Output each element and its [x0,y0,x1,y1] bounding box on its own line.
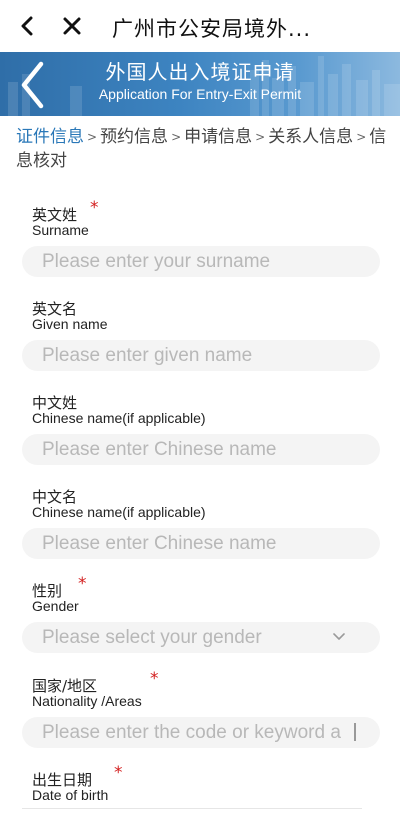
chevron-left-icon [21,61,44,109]
banner-title: 外国人出入境证申请 [105,60,295,84]
surname-input[interactable] [22,246,380,277]
breadcrumb-separator: > [255,130,266,144]
required-mark: * [114,763,123,783]
given-name-input[interactable] [22,340,380,371]
gender-select-input[interactable] [22,622,380,653]
given-name-input-box [22,340,380,371]
required-mark: * [78,574,87,594]
close-button[interactable] [56,10,88,42]
nationality-label-en: Nationality /Areas [32,693,142,709]
breadcrumb-separator: > [171,130,182,144]
breadcrumb-separator: > [87,130,98,144]
breadcrumb-step-application: 申请信息 [184,127,253,147]
surname-label-en: Surname [32,222,89,238]
nationality-input-box [22,717,380,748]
breadcrumb-step-certificate: 证件信息 [16,127,84,147]
date-of-birth-input-edge [22,808,362,809]
breadcrumb-step-appointment: 预约信息 [100,127,169,147]
breadcrumb: 证件信息 > 预约信息 > 申请信息 > 关系人信息 > 信息核对 [16,125,392,173]
browser-title: 广州市公安局境外... [112,17,312,41]
required-mark: * [150,669,159,689]
back-button[interactable] [12,10,44,42]
given-name-label-en: Given name [32,316,108,332]
surname-input-box [22,246,380,277]
chinese-surname-input[interactable] [22,434,380,465]
nationality-input[interactable] [22,717,380,748]
banner-back-button[interactable] [14,60,50,110]
banner-subtitle: Application For Entry-Exit Permit [98,86,302,102]
chinese-given-name-input[interactable] [22,528,380,559]
gender-select[interactable] [22,622,380,653]
required-mark: * [90,198,99,218]
chinese-surname-input-box [22,434,380,465]
gender-label-en: Gender [32,598,79,614]
close-icon [63,17,81,35]
date-of-birth-label-en: Date of birth [32,787,109,803]
browser-top-bar: 广州市公安局境外... [0,0,400,52]
chinese-given-name-label-en: Chinese name(if applicable) [32,504,206,520]
header-banner: 外国人出入境证申请 Application For Entry-Exit Per… [0,52,400,116]
arrow-left-icon [21,16,33,36]
text-cursor [354,723,356,741]
breadcrumb-separator: > [356,130,367,144]
chinese-given-name-input-box [22,528,380,559]
chinese-surname-label-en: Chinese name(if applicable) [32,410,206,426]
breadcrumb-step-related-person: 关系人信息 [268,127,354,147]
chevron-down-icon [333,633,345,640]
